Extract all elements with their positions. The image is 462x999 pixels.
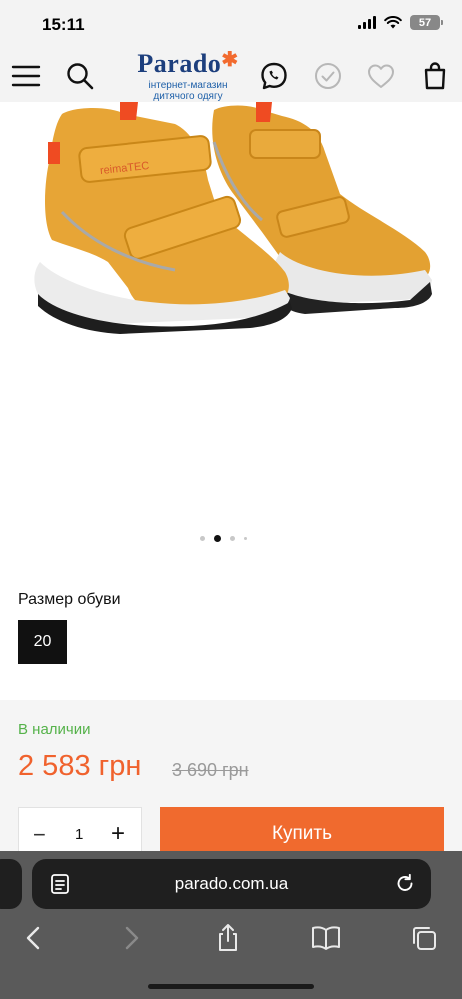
url-text[interactable]: parado.com.ua [32,874,431,894]
logo-tagline-2: дитячого одягу [153,91,223,102]
carousel-dot[interactable] [200,536,205,541]
menu-icon[interactable] [10,60,42,92]
heart-icon[interactable] [365,60,397,92]
previous-tab[interactable] [0,859,22,909]
bag-icon[interactable] [419,60,451,92]
forward-icon[interactable] [117,923,147,953]
browser-nav [0,919,462,955]
product-image[interactable]: reimaTEC [0,102,462,342]
search-icon[interactable] [64,60,96,92]
current-price: 2 583 грн [18,750,142,782]
home-indicator [148,984,314,989]
quantity-value[interactable]: 1 [75,826,83,843]
old-price: 3 690 грн [172,760,249,780]
site-logo[interactable]: Parado✱ інтернет-магазин дитячого одягу [128,49,248,102]
signal-icon [358,16,376,29]
back-icon[interactable] [18,923,48,953]
bookmarks-icon[interactable] [311,923,341,953]
quantity-decrease-button[interactable]: − [33,822,46,848]
battery-icon: 57 [410,15,443,30]
logo-tagline-1: інтернет-магазин [148,80,228,91]
browser-toolbar: parado.com.ua [0,851,462,999]
tabs-icon[interactable] [409,923,439,953]
availability-status: В наличии [18,721,91,738]
logo-star: ✱ [221,49,239,71]
carousel-dot-active[interactable] [214,535,221,542]
carousel-dots [200,535,247,542]
share-icon[interactable] [213,923,243,953]
check-icon[interactable] [312,60,344,92]
status-time: 15:11 [42,15,85,34]
viber-icon[interactable] [258,60,290,92]
logo-wordmark: Parado [137,49,222,78]
quantity-increase-button[interactable]: + [111,820,125,848]
status-icons: 57 [358,15,443,30]
carousel-dot[interactable] [230,536,235,541]
status-bar: 15:11 57 [0,0,462,50]
wifi-icon [384,16,402,29]
size-label: Размер обуви [18,591,121,608]
size-option-selected[interactable]: 20 [18,620,67,664]
address-bar[interactable]: parado.com.ua [32,859,431,909]
reload-icon[interactable] [393,872,417,896]
carousel-dot[interactable] [244,537,247,540]
site-header: Parado✱ інтернет-магазин дитячого одягу [0,49,462,102]
